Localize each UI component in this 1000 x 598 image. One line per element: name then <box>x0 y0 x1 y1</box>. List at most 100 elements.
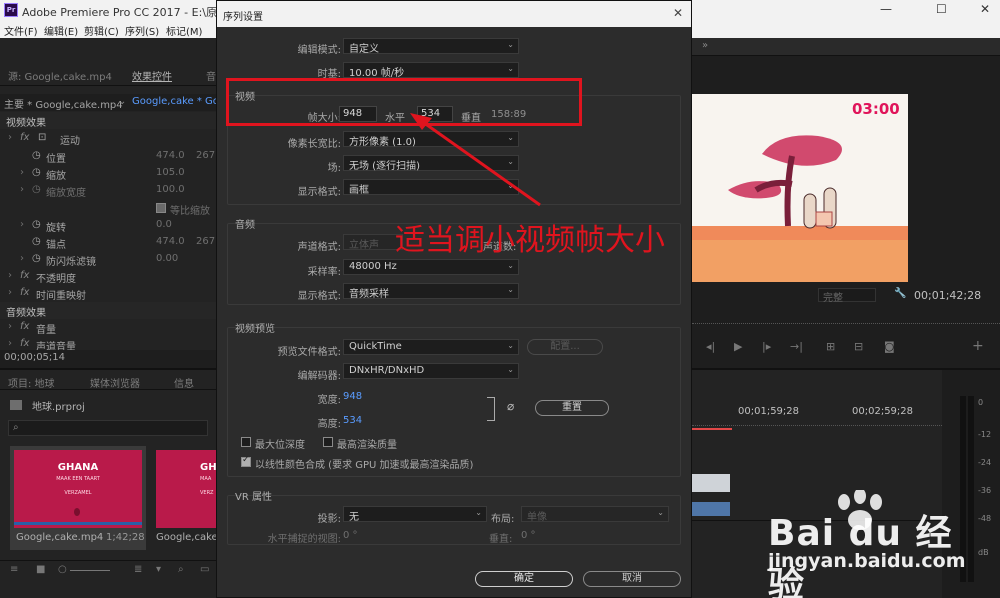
tab-info[interactable]: 信息 <box>174 375 194 390</box>
window-close-icon[interactable]: ✕ <box>980 2 990 16</box>
opacity-row[interactable]: › fx 不透明度 <box>0 268 216 285</box>
monitor-timecode[interactable]: 00;01;42;28 <box>914 289 981 302</box>
time-remap-row[interactable]: › fx 时间重映射 <box>0 285 216 302</box>
scale-value[interactable]: 105.0 <box>156 167 185 178</box>
vertical-view-value[interactable]: 0 ° <box>521 530 536 541</box>
preview-format-select[interactable]: QuickTime ⌄ <box>343 339 519 355</box>
configure-button[interactable]: 配置... <box>527 339 603 355</box>
codec-select[interactable]: DNxHR/DNxHD ⌄ <box>343 363 519 379</box>
video-clip[interactable] <box>692 474 730 492</box>
chevron-down-icon[interactable]: ⌄ <box>118 96 126 107</box>
anchor-y-value[interactable]: 267. <box>196 236 218 247</box>
display-format-select[interactable]: 画框 ⌄ <box>343 179 519 196</box>
main-clip-label[interactable]: 主要 * Google,cake.mp4 <box>4 96 123 111</box>
folder-icon[interactable]: ▭ <box>200 564 209 575</box>
volume-row[interactable]: › fx 音量 <box>0 319 216 336</box>
panel-overflow-icon[interactable]: » <box>702 40 708 51</box>
expand-arrow-icon[interactable]: › <box>20 219 24 230</box>
tab-source[interactable]: 源: Google,cake.mp4 <box>8 68 112 83</box>
menu-marker[interactable]: 标记(M) <box>166 23 202 38</box>
preview-width-value[interactable]: 948 <box>343 391 362 402</box>
audio-clip[interactable] <box>692 502 730 516</box>
position-x-value[interactable]: 474.0 <box>156 150 185 161</box>
effect-controls-timecode[interactable]: 00;00;05;14 <box>4 352 65 363</box>
menu-file[interactable]: 文件(F) <box>4 23 38 38</box>
minimize-icon[interactable]: — <box>880 2 892 16</box>
cancel-button[interactable]: 取消 <box>583 571 681 587</box>
max-render-quality-checkbox[interactable] <box>323 437 333 447</box>
stopwatch-icon[interactable]: ◷ <box>32 184 41 195</box>
layout-select[interactable]: 单像 ⌄ <box>521 506 669 523</box>
camera-icon[interactable]: ◙ <box>884 340 895 353</box>
position-y-value[interactable]: 267. <box>196 150 218 161</box>
step-forward-icon[interactable]: |▸ <box>762 340 771 353</box>
projection-select[interactable]: 无 ⌄ <box>343 506 487 523</box>
capture-view-value[interactable]: 0 ° <box>343 530 358 541</box>
stopwatch-icon[interactable]: ◷ <box>32 219 41 230</box>
go-to-out-icon[interactable]: →| <box>790 340 803 353</box>
lift-icon[interactable]: ⊞ <box>826 340 835 353</box>
rotation-value[interactable]: 0.0 <box>156 219 172 230</box>
channel-format-select[interactable]: 立体声 <box>343 234 403 251</box>
expand-arrow-icon[interactable]: › <box>20 184 24 195</box>
tab-effect-controls[interactable]: 效果控件 <box>132 68 172 83</box>
close-icon[interactable]: ✕ <box>673 6 683 20</box>
icon-view-icon[interactable]: ■ <box>36 564 45 575</box>
uniform-scale-checkbox[interactable] <box>156 203 166 213</box>
motion-effect-row[interactable]: › fx ⊡ 运动 <box>0 130 216 147</box>
zoom-knob-icon[interactable]: ○ <box>58 564 67 575</box>
chain-link-icon[interactable]: ⌀ <box>507 399 514 413</box>
expand-arrow-icon[interactable]: › <box>8 287 12 298</box>
list-view-icon[interactable]: ≡ <box>10 564 18 575</box>
linear-color-checkbox[interactable] <box>241 455 251 467</box>
audio-display-select[interactable]: 音频采样 ⌄ <box>343 283 519 300</box>
reset-button[interactable]: 重置 <box>535 400 609 416</box>
menu-icon[interactable]: ▾ <box>156 564 161 575</box>
pixel-aspect-select[interactable]: 方形像素 (1.0) ⌄ <box>343 131 519 148</box>
zoom-slider[interactable] <box>70 570 110 571</box>
extract-icon[interactable]: ⊟ <box>854 340 863 353</box>
fx-badge-icon[interactable]: fx <box>20 321 29 332</box>
work-area-bar[interactable] <box>692 428 732 430</box>
menu-clip[interactable]: 剪辑(C) <box>84 23 119 38</box>
fit-dropdown[interactable]: 完整 <box>818 288 876 304</box>
project-search-input[interactable]: ⌕ <box>8 420 208 436</box>
stopwatch-icon[interactable]: ◷ <box>32 150 41 161</box>
flicker-value[interactable]: 0.00 <box>156 253 178 264</box>
expand-arrow-icon[interactable]: › <box>8 132 12 143</box>
wrench-icon[interactable]: 🔧 <box>894 288 906 299</box>
fx-badge-icon[interactable]: fx <box>20 270 29 281</box>
scale-width-value[interactable]: 100.0 <box>156 184 185 195</box>
preview-height-value[interactable]: 534 <box>343 415 362 426</box>
sample-rate-select[interactable]: 48000 Hz ⌄ <box>343 259 519 275</box>
field-select[interactable]: 无场 (逐行扫描) ⌄ <box>343 155 519 172</box>
edit-mode-select[interactable]: 自定义 ⌄ <box>343 38 519 55</box>
tab-media-browser[interactable]: 媒体浏览器 <box>90 375 140 390</box>
fx-badge-icon[interactable]: fx <box>20 287 29 298</box>
tab-project[interactable]: 项目: 地球 <box>8 375 55 390</box>
clip-thumbnail[interactable]: GH MAA VERZ <box>156 450 216 528</box>
fx-badge-icon[interactable]: fx <box>20 338 29 349</box>
maximize-icon[interactable]: ☐ <box>936 2 947 16</box>
menu-edit[interactable]: 编辑(E) <box>44 23 78 38</box>
clip-thumbnail[interactable]: GHANA MAAK EEN TAART VERZAMEL <box>14 450 142 528</box>
ok-button[interactable]: 确定 <box>475 571 573 587</box>
stopwatch-icon[interactable]: ◷ <box>32 236 41 247</box>
step-back-icon[interactable]: ◂| <box>706 340 715 353</box>
timebase-select[interactable]: 10.00 帧/秒 ⌄ <box>343 62 519 79</box>
fx-badge-icon[interactable]: fx <box>20 132 29 143</box>
expand-arrow-icon[interactable]: › <box>20 253 24 264</box>
expand-arrow-icon[interactable]: › <box>8 321 12 332</box>
transform-icon[interactable]: ⊡ <box>38 132 46 143</box>
stopwatch-icon[interactable]: ◷ <box>32 253 41 264</box>
expand-arrow-icon[interactable]: › <box>20 167 24 178</box>
monitor-ruler[interactable] <box>692 316 1000 324</box>
sort-icon[interactable]: ≣ <box>134 564 142 575</box>
play-icon[interactable]: ▶ <box>734 340 742 353</box>
menu-sequence[interactable]: 序列(S) <box>125 23 159 38</box>
stopwatch-icon[interactable]: ◷ <box>32 167 41 178</box>
expand-arrow-icon[interactable]: › <box>8 270 12 281</box>
tab-audio-mixer[interactable]: 音 <box>206 68 216 83</box>
search-icon[interactable]: ⌕ <box>178 564 184 575</box>
max-bit-depth-checkbox[interactable] <box>241 437 251 447</box>
